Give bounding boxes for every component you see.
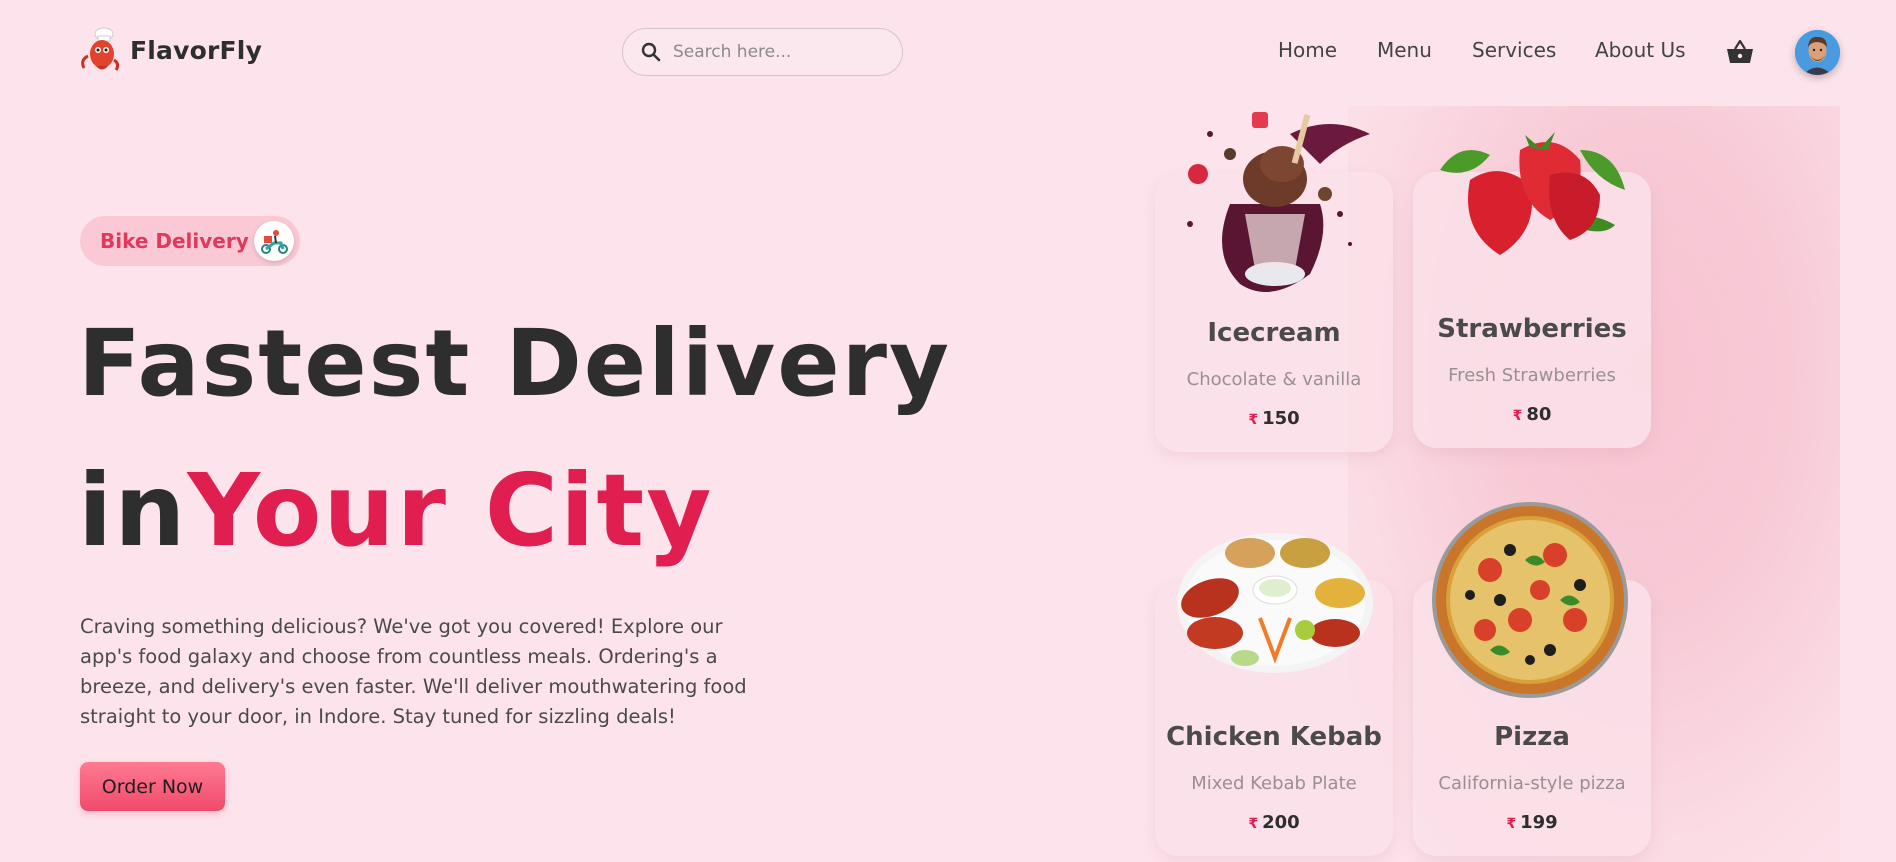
card-price: ₹200	[1248, 812, 1300, 833]
basket-icon[interactable]	[1726, 38, 1754, 66]
card-description: California-style pizza	[1438, 773, 1626, 794]
nav-menu[interactable]: Menu	[1377, 38, 1432, 62]
search-bar[interactable]	[622, 28, 903, 76]
card-title: Icecream	[1207, 318, 1341, 348]
hero-headline-line2: inYour City	[78, 452, 713, 569]
currency-symbol: ₹	[1248, 412, 1259, 428]
kebab-icon	[1177, 533, 1373, 673]
card-price: ₹150	[1248, 408, 1300, 429]
nav-about-us[interactable]: About Us	[1595, 38, 1686, 62]
hero-description: Craving something delicious? We've got y…	[80, 615, 747, 728]
card-description: Fresh Strawberries	[1448, 365, 1616, 386]
currency-symbol: ₹	[1506, 816, 1517, 832]
brand-logo[interactable]: FlavorFly	[78, 26, 262, 74]
card-title: Chicken Kebab	[1166, 722, 1382, 752]
chef-shrimp-logo-icon	[81, 27, 120, 71]
search-input[interactable]	[673, 42, 873, 62]
user-avatar[interactable]	[1795, 30, 1840, 75]
currency-symbol: ₹	[1512, 408, 1523, 424]
strawberry-icon	[1440, 132, 1625, 255]
card-title: Strawberries	[1437, 314, 1627, 344]
badge-label: Bike Delivery	[100, 229, 249, 253]
brand-name: FlavorFly	[130, 35, 263, 65]
headline-highlight: Your City	[187, 452, 714, 569]
nav-home[interactable]: Home	[1278, 38, 1337, 62]
avatar-face-icon	[1795, 30, 1840, 75]
top-header: FlavorFly Home Menu Services About Us	[0, 0, 1896, 104]
currency-symbol: ₹	[1248, 816, 1259, 832]
hero-headline-line1: Fastest Delivery	[78, 310, 951, 417]
card-description: Chocolate & vanilla	[1186, 369, 1362, 390]
card-price: ₹80	[1512, 404, 1552, 425]
card-description: Mixed Kebab Plate	[1191, 773, 1357, 794]
card-price: ₹199	[1506, 812, 1558, 833]
nav-services[interactable]: Services	[1472, 38, 1556, 62]
bike-delivery-badge: Bike Delivery	[80, 216, 300, 266]
icecream-icon	[1187, 112, 1370, 292]
search-icon	[641, 42, 661, 62]
delivery-scooter-icon	[254, 221, 294, 261]
card-title: Pizza	[1494, 722, 1570, 752]
order-now-button[interactable]: Order Now	[80, 762, 225, 811]
pizza-icon	[1432, 502, 1628, 698]
headline-in: in	[78, 452, 188, 569]
